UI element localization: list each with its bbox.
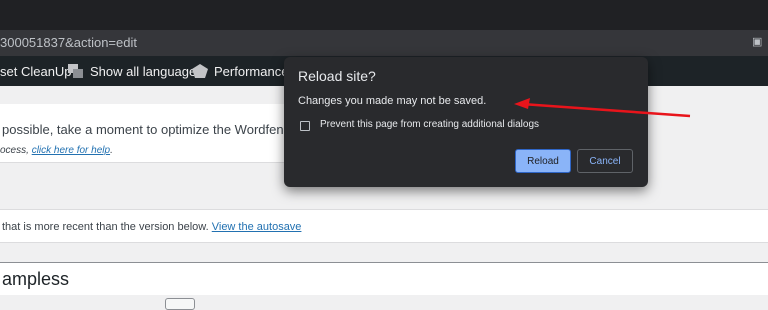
annotation-arrow bbox=[514, 98, 691, 118]
